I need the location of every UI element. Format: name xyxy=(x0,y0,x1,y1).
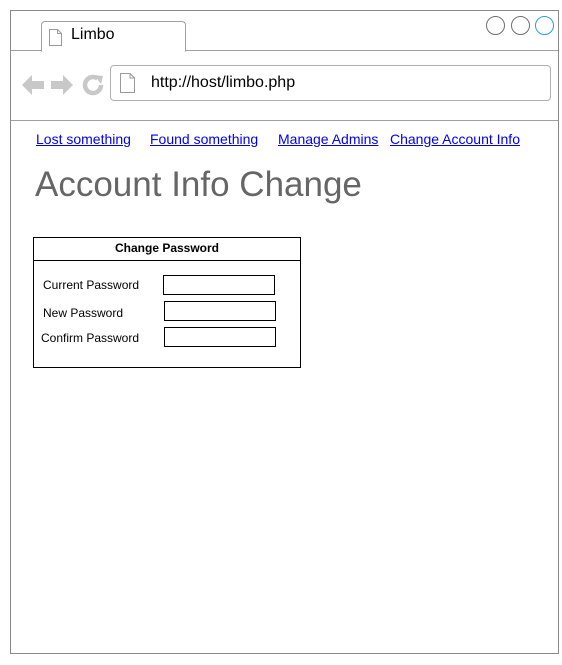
new-password-label: New Password xyxy=(43,306,124,320)
link-lost-something[interactable]: Lost something xyxy=(36,131,131,147)
tab-title: Limbo xyxy=(71,26,115,43)
url-text: http://host/limbo.php xyxy=(151,74,296,91)
browser-window: Limbo http://host/limbo.php Lost somethi… xyxy=(10,10,559,654)
page-title: Account Info Change xyxy=(35,165,362,204)
navigation-bar: http://host/limbo.php xyxy=(11,51,558,121)
link-manage-admins[interactable]: Manage Admins xyxy=(278,131,379,147)
link-found-something[interactable]: Found something xyxy=(150,131,258,147)
tab-strip: Limbo xyxy=(11,11,558,52)
window-maximize-button[interactable] xyxy=(511,16,530,35)
window-minimize-button[interactable] xyxy=(486,16,505,35)
back-arrow-icon[interactable] xyxy=(21,73,45,97)
current-password-label: Current Password xyxy=(43,278,140,292)
document-icon xyxy=(49,29,62,46)
link-change-account-info[interactable]: Change Account Info xyxy=(390,131,520,147)
new-password-input[interactable] xyxy=(164,301,276,321)
document-icon xyxy=(120,73,135,93)
panel-heading: Change Password xyxy=(34,238,300,261)
reload-icon[interactable] xyxy=(81,73,105,97)
confirm-password-label: Confirm Password xyxy=(41,331,140,345)
window-close-button[interactable] xyxy=(535,16,554,35)
change-password-panel: Change Password Current Password New Pas… xyxy=(33,237,301,368)
current-password-input[interactable] xyxy=(163,275,275,295)
nav-links: Lost something Found something Manage Ad… xyxy=(11,131,558,151)
browser-tab[interactable]: Limbo xyxy=(41,21,186,52)
forward-arrow-icon[interactable] xyxy=(50,73,74,97)
address-bar[interactable]: http://host/limbo.php xyxy=(110,65,551,101)
confirm-password-input[interactable] xyxy=(164,327,276,347)
